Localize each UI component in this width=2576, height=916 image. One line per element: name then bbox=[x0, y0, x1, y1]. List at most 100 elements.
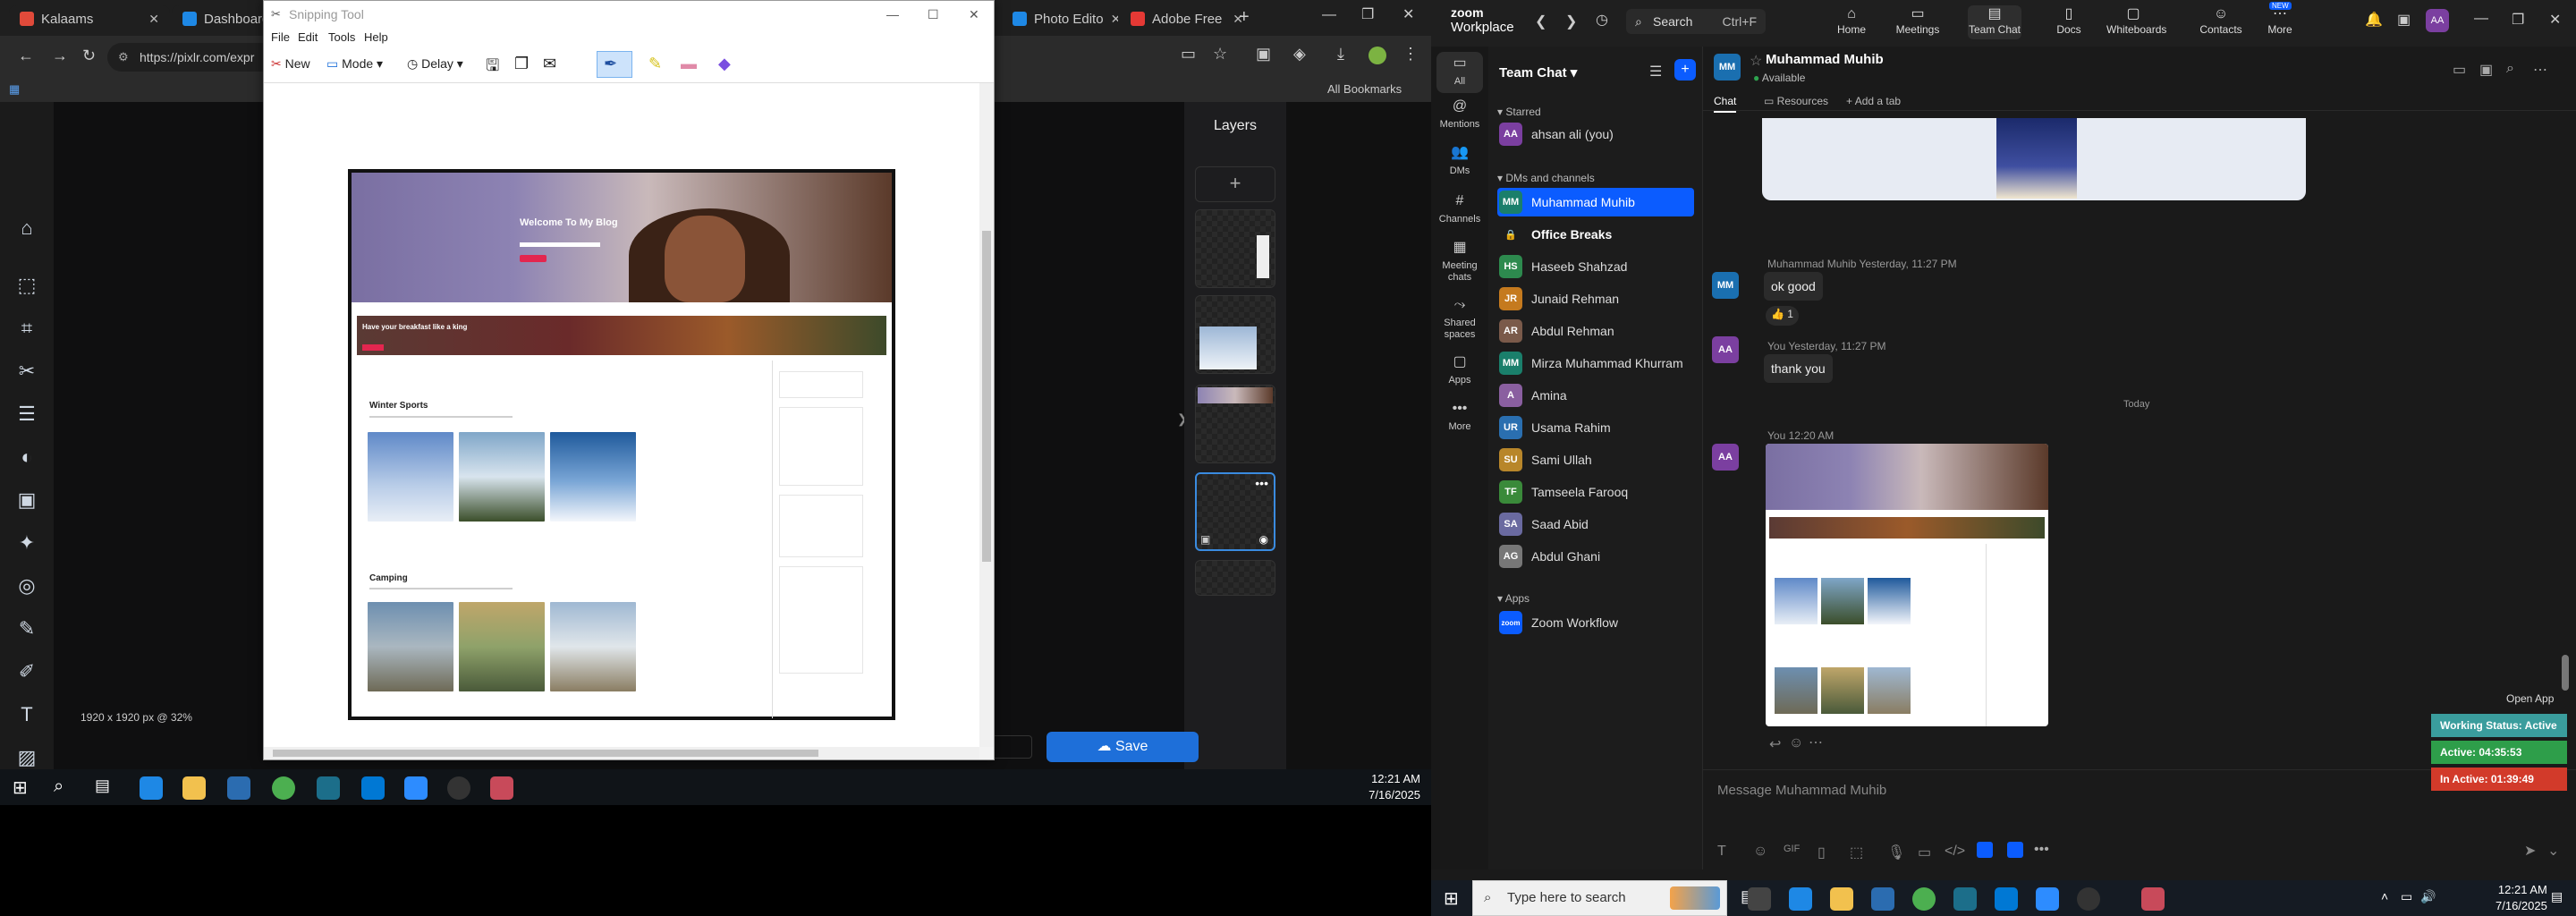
nav-whiteboards[interactable]: ▢ Whiteboards bbox=[2106, 5, 2166, 36]
open-app-link[interactable]: Open App bbox=[2506, 692, 2554, 705]
delay-button[interactable]: ◷ Delay ▾ bbox=[407, 56, 463, 72]
chat-scrollbar-thumb[interactable] bbox=[2562, 655, 2569, 691]
network-icon[interactable]: ▭ bbox=[2401, 889, 2412, 904]
text-icon[interactable]: T bbox=[13, 701, 40, 728]
scroll-thumb[interactable] bbox=[273, 750, 818, 757]
tab-add[interactable]: + Add a tab bbox=[1846, 95, 1901, 107]
chrome-icon[interactable] bbox=[1912, 887, 1936, 911]
more-options-icon[interactable]: ⋯ bbox=[2533, 61, 2547, 79]
nav-team-chat[interactable]: ▤ Team Chat bbox=[1968, 5, 2021, 39]
compose-input[interactable]: Message Muhammad Muhib bbox=[1717, 783, 1886, 798]
profile-avatar[interactable] bbox=[1368, 47, 1386, 64]
maximize-icon[interactable]: ❐ bbox=[1361, 5, 1374, 23]
list-item[interactable]: zoom Zoom Workflow bbox=[1497, 608, 1694, 637]
reload-icon[interactable]: ↻ bbox=[82, 47, 96, 65]
close-tab-icon[interactable]: ✕ bbox=[148, 12, 159, 27]
rail-dms[interactable]: 👥 DMs bbox=[1431, 146, 1488, 177]
vertical-scrollbar[interactable] bbox=[979, 83, 994, 747]
contact-avatar[interactable]: MM bbox=[1714, 54, 1741, 81]
reaction-badge[interactable]: 👍 1 bbox=[1766, 306, 1799, 326]
app-icon[interactable] bbox=[317, 776, 340, 800]
list-item[interactable]: AA ahsan ali (you) bbox=[1497, 120, 1694, 148]
menu-file[interactable]: File bbox=[271, 30, 290, 44]
edge-icon[interactable] bbox=[140, 776, 163, 800]
layer-thumb-3[interactable] bbox=[1195, 385, 1275, 463]
code-icon[interactable]: </> bbox=[1945, 844, 1965, 860]
layer-thumb-2[interactable] bbox=[1195, 295, 1275, 374]
rail-apps[interactable]: ▢ Apps bbox=[1431, 355, 1488, 386]
menu-edit[interactable]: Edit bbox=[298, 30, 318, 44]
nav-more[interactable]: ⋯ More NEW bbox=[2253, 2, 2307, 36]
horizontal-scrollbar[interactable] bbox=[264, 747, 979, 759]
vscode-icon[interactable] bbox=[361, 776, 385, 800]
rail-more[interactable]: ••• More bbox=[1431, 402, 1488, 433]
list-item[interactable]: AG Abdul Ghani bbox=[1497, 542, 1694, 571]
dms-section-header[interactable]: ▾ DMs and channels bbox=[1497, 172, 1595, 184]
ai-icon[interactable]: ✦ bbox=[13, 530, 40, 556]
nav-meetings[interactable]: ▭ Meetings bbox=[1891, 5, 1945, 36]
list-item[interactable]: JR Junaid Rehman bbox=[1497, 284, 1694, 313]
pattern-icon[interactable]: ▨ bbox=[13, 744, 40, 771]
history-icon[interactable]: ◷ bbox=[1596, 11, 1608, 29]
file-explorer-icon[interactable] bbox=[1830, 887, 1853, 911]
app-icon[interactable] bbox=[1953, 887, 1977, 911]
list-item[interactable]: MM Muhammad Muhib bbox=[1497, 188, 1694, 216]
list-item[interactable]: SU Sami Ullah bbox=[1497, 445, 1694, 474]
copy-icon[interactable]: ❐ bbox=[514, 55, 529, 73]
star-icon[interactable]: ☆ bbox=[1750, 52, 1762, 70]
whiteboard-panel-icon[interactable]: ▣ bbox=[2397, 11, 2411, 29]
maximize-icon[interactable]: ☐ bbox=[928, 1, 939, 28]
edge-icon[interactable] bbox=[1789, 887, 1812, 911]
browser-tab-dashboard[interactable]: Dashboard bbox=[172, 5, 270, 32]
snip-capture-area[interactable]: Welcome To My Blog Have your breakfast l… bbox=[264, 83, 979, 747]
tray-chevron-icon[interactable]: ˄ bbox=[2381, 889, 2388, 903]
search-icon[interactable]: ⌕ bbox=[2506, 61, 2514, 77]
starred-section-header[interactable]: ▾ Starred bbox=[1497, 106, 1541, 118]
tab-resources[interactable]: ▭ Resources bbox=[1764, 95, 1828, 107]
browser-menu-icon[interactable]: ⋮ bbox=[1402, 45, 1419, 64]
video-clip-icon[interactable]: ▭ bbox=[1918, 844, 1931, 861]
file-icon[interactable]: ▯ bbox=[1818, 844, 1826, 861]
nav-home[interactable]: ⌂ Home bbox=[1825, 5, 1878, 36]
cast-icon[interactable]: ▭ bbox=[1181, 45, 1196, 64]
taskbar-search-input[interactable]: ⌕ Type here to search bbox=[1472, 880, 1727, 916]
list-item[interactable]: TF Tamseela Farooq bbox=[1497, 478, 1694, 506]
rail-channels[interactable]: # Channels bbox=[1431, 194, 1488, 225]
vscode-icon[interactable] bbox=[1995, 887, 2018, 911]
rail-meeting-chats[interactable]: ▦ Meeting chats bbox=[1431, 241, 1488, 284]
message-bubble[interactable]: ok good bbox=[1764, 272, 1823, 301]
layer-thumb-selected[interactable]: ••• ◉ ▣ bbox=[1195, 472, 1275, 551]
download-icon[interactable]: ⤓ bbox=[1337, 45, 1344, 64]
app2-icon[interactable] bbox=[2077, 887, 2100, 911]
visibility-eye-icon[interactable]: ◉ bbox=[1259, 533, 1268, 546]
close-icon[interactable]: ✕ bbox=[2549, 11, 2561, 29]
home-icon[interactable]: ⌂ bbox=[13, 215, 40, 242]
windows-start-icon[interactable]: ⊞ bbox=[1444, 887, 1459, 910]
bookmark-star-icon[interactable]: ☆ bbox=[1213, 45, 1227, 64]
emoji-icon[interactable]: ☺ bbox=[1753, 844, 1767, 860]
close-icon[interactable]: ✕ bbox=[969, 1, 979, 28]
list-item[interactable]: HS Haseeb Shahzad bbox=[1497, 252, 1694, 281]
screenshot-icon[interactable]: ⬚ bbox=[1850, 844, 1863, 861]
list-item[interactable]: A Amina bbox=[1497, 381, 1694, 410]
save-button[interactable]: ☁ Save bbox=[1046, 732, 1199, 762]
liquify-icon[interactable]: ◎ bbox=[13, 572, 40, 599]
all-bookmarks-link[interactable]: All Bookmarks bbox=[1327, 82, 1402, 96]
reply-icon[interactable]: ↩ bbox=[1769, 735, 1781, 753]
rail-shared-spaces[interactable]: ⤳ Shared spaces bbox=[1431, 298, 1488, 341]
store-icon[interactable] bbox=[227, 776, 250, 800]
app2-icon[interactable] bbox=[447, 776, 470, 800]
snipping-taskbar-icon[interactable] bbox=[490, 776, 513, 800]
list-item[interactable]: 🔒 Office Breaks bbox=[1497, 220, 1694, 249]
search-icon[interactable]: ⌕ bbox=[54, 776, 64, 797]
forward-icon[interactable]: ❯ bbox=[1565, 13, 1577, 30]
cutout-icon[interactable]: ✂ bbox=[13, 358, 40, 385]
back-icon[interactable]: ← bbox=[18, 47, 34, 65]
effects-icon[interactable]: ▣ bbox=[13, 487, 40, 513]
list-item[interactable]: MM Mirza Muhammad Khurram bbox=[1497, 349, 1694, 377]
zoom-search-input[interactable]: ⌕ Search Ctrl+F bbox=[1626, 9, 1766, 34]
compose-new-icon[interactable]: + bbox=[1674, 59, 1696, 81]
task-view-icon[interactable]: ▤ bbox=[95, 776, 110, 795]
gif-icon[interactable]: GIF bbox=[1784, 844, 1800, 854]
list-item[interactable]: UR Usama Rahim bbox=[1497, 413, 1694, 442]
